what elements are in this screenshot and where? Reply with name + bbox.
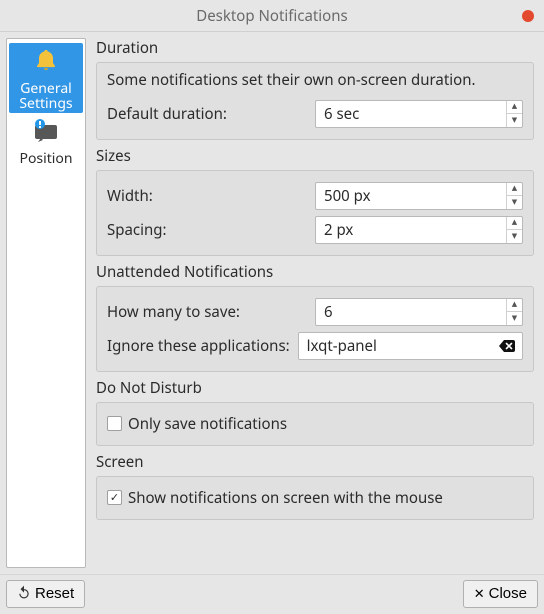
reset-button[interactable]: Reset [6,580,85,608]
spin-down-icon[interactable]: ▼ [507,114,522,127]
window-title: Desktop Notifications [196,6,347,26]
close-button[interactable]: ✕ Close [463,580,538,608]
section-screen: Screen ✓ Show notifications on screen wi… [96,452,534,520]
default-duration-spinbox[interactable]: 6 sec ▲ ▼ [315,100,523,128]
sidebar-item-label: Position [19,151,72,166]
section-title-unattended: Unattended Notifications [96,262,534,286]
spin-buttons: ▲ ▼ [506,101,522,127]
spin-buttons: ▲ ▼ [506,299,522,325]
section-title-duration: Duration [96,38,534,62]
section-dnd: Do Not Disturb Only save notifications [96,378,534,446]
ignore-input[interactable]: lxqt-panel [298,332,523,360]
section-title-dnd: Do Not Disturb [96,378,534,402]
row-only-save[interactable]: Only save notifications [107,411,523,437]
row-width: Width: 500 px ▲ ▼ [107,179,523,213]
row-ignore: Ignore these applications: lxqt-panel [107,329,523,363]
spacing-spinbox[interactable]: 2 px ▲ ▼ [315,216,523,244]
spin-down-icon[interactable]: ▼ [507,312,522,325]
sidebar-item-position[interactable]: Position [9,115,83,168]
spin-buttons: ▲ ▼ [506,217,522,243]
section-body-dnd: Only save notifications [96,402,534,446]
window-close-button[interactable] [522,10,534,22]
row-show-on-mouse[interactable]: ✓ Show notifications on screen with the … [107,485,523,511]
spin-up-icon[interactable]: ▲ [507,299,522,313]
duration-description: Some notifications set their own on-scre… [107,71,523,91]
close-button-label: Close [489,585,527,602]
section-unattended: Unattended Notifications How many to sav… [96,262,534,372]
section-title-screen: Screen [96,452,534,476]
section-body-sizes: Width: 500 px ▲ ▼ Spacing: 2 px [96,170,534,256]
section-title-sizes: Sizes [96,146,534,170]
only-save-checkbox[interactable] [107,416,122,431]
default-duration-value: 6 sec [316,104,506,124]
button-bar: Reset ✕ Close [0,574,544,614]
row-spacing: Spacing: 2 px ▲ ▼ [107,213,523,247]
window: Desktop Notifications General Settings [0,0,544,614]
reset-button-label: Reset [35,585,74,602]
row-how-many: How many to save: 6 ▲ ▼ [107,295,523,329]
section-body-unattended: How many to save: 6 ▲ ▼ Ignore these app… [96,286,534,372]
position-icon [31,119,61,149]
only-save-label: Only save notifications [128,414,287,434]
bell-icon [32,47,60,79]
section-body-duration: Some notifications set their own on-scre… [96,62,534,140]
default-duration-label: Default duration: [107,104,307,124]
close-icon: ✕ [474,586,485,602]
width-spinbox[interactable]: 500 px ▲ ▼ [315,182,523,210]
how-many-label: How many to save: [107,302,307,322]
ignore-label: Ignore these applications: [107,336,290,356]
show-on-mouse-checkbox[interactable]: ✓ [107,490,122,505]
spin-buttons: ▲ ▼ [506,183,522,209]
content-general-settings: Duration Some notifications set their ow… [92,38,538,568]
spin-down-icon[interactable]: ▼ [507,230,522,243]
row-default-duration: Default duration: 6 sec ▲ ▼ [107,97,523,131]
section-duration: Duration Some notifications set their ow… [96,38,534,140]
spin-up-icon[interactable]: ▲ [507,183,522,197]
width-value: 500 px [316,186,506,206]
sidebar-item-label: General Settings [9,81,83,112]
reset-icon [17,585,31,602]
how-many-value: 6 [316,302,506,322]
sidebar-item-general-settings[interactable]: General Settings [9,43,83,113]
ignore-value: lxqt-panel [299,336,498,356]
spacing-value: 2 px [316,220,506,240]
window-body: General Settings Position Dura [0,32,544,574]
spin-up-icon[interactable]: ▲ [507,217,522,231]
sidebar: General Settings Position [6,38,86,568]
spin-up-icon[interactable]: ▲ [507,101,522,115]
width-label: Width: [107,186,307,206]
show-on-mouse-label: Show notifications on screen with the mo… [128,488,443,508]
clear-input-icon[interactable] [498,339,516,353]
spin-down-icon[interactable]: ▼ [507,196,522,209]
spacing-label: Spacing: [107,220,307,240]
titlebar: Desktop Notifications [0,0,544,32]
how-many-spinbox[interactable]: 6 ▲ ▼ [315,298,523,326]
section-sizes: Sizes Width: 500 px ▲ ▼ Spacing: [96,146,534,256]
section-body-screen: ✓ Show notifications on screen with the … [96,476,534,520]
